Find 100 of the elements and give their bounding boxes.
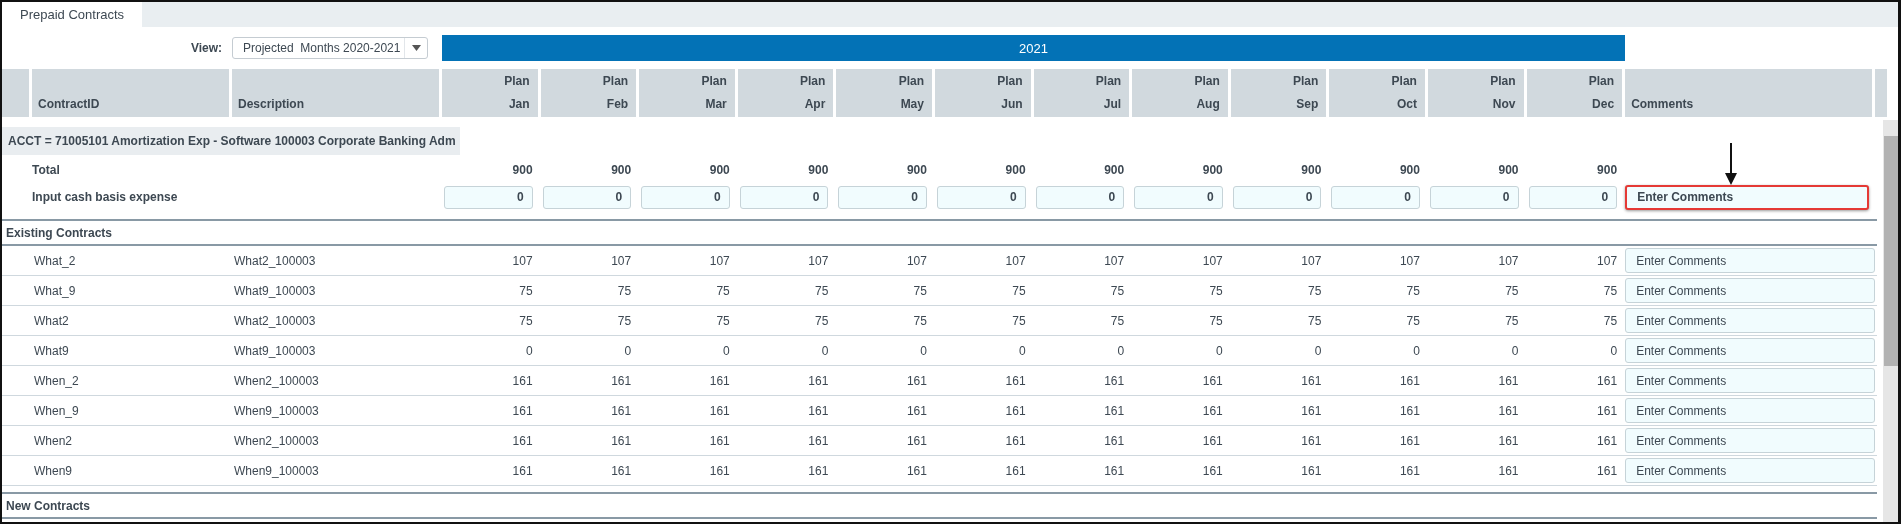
comment-field[interactable]: Enter Comments: [1625, 184, 1870, 210]
table-cell-text: 161: [610, 403, 633, 418]
table-cell-text: 900: [1497, 163, 1520, 177]
section-header: Existing Contracts: [2, 219, 1877, 246]
column-header: Plan Nov: [1427, 69, 1527, 117]
table-cell-text: 107: [905, 253, 928, 268]
table-cell-text: 0: [820, 343, 830, 358]
table-cell-text: When_9: [33, 403, 80, 418]
table-cell-text: 161: [610, 433, 633, 448]
column-header: Description: [232, 69, 442, 117]
table-cell-text: 0: [1313, 343, 1323, 358]
table-cell-text: 161: [1201, 373, 1224, 388]
table-cell-text: 107: [1300, 253, 1323, 268]
table-cell-text: 0: [1609, 343, 1619, 358]
table-cell-text: 161: [905, 403, 928, 418]
table-cell-text: 900: [1004, 163, 1027, 177]
amount-field[interactable]: 0: [1331, 185, 1420, 209]
table-cell-text: 107: [511, 253, 534, 268]
table-cell-text: 161: [807, 403, 830, 418]
table-cell-text: 0: [1017, 343, 1027, 358]
table-cell-text: 0: [623, 343, 633, 358]
table-cell-text: 161: [511, 463, 534, 478]
table-cell-text: 161: [1300, 433, 1323, 448]
table-cell-text: 161: [1596, 433, 1619, 448]
table-cell-text: 107: [807, 253, 830, 268]
table-cell-text: 161: [1497, 373, 1520, 388]
table-cell-text: 75: [1307, 283, 1323, 298]
table-cell-text: 75: [1602, 283, 1619, 298]
table-cell-text: What9_100003: [233, 283, 317, 298]
table-cell-text: 161: [1201, 403, 1224, 418]
table-cell-text: 900: [807, 163, 830, 177]
table-cell-text: 161: [1103, 433, 1126, 448]
table-cell-text: 75: [616, 283, 633, 298]
amount-field[interactable]: 0: [1035, 185, 1125, 209]
table-cell-text: What9: [33, 343, 70, 358]
amount-field[interactable]: 0: [1528, 185, 1618, 209]
column-header: Plan Jan: [442, 69, 541, 117]
table-cell-text: 161: [1004, 373, 1027, 388]
scrollbar[interactable]: [1883, 120, 1898, 522]
table-cell-text: 161: [1004, 433, 1027, 448]
amount-field[interactable]: 0: [936, 185, 1026, 209]
table-cell-text: 161: [511, 433, 534, 448]
table-cell-text: 161: [807, 433, 830, 448]
table-cell-text: 161: [905, 373, 928, 388]
table-cell-text: 0: [919, 343, 928, 358]
table-cell-text: 107: [1497, 253, 1520, 268]
table-cell-text: 107: [1103, 253, 1126, 268]
table-cell-text: 107: [1596, 253, 1619, 268]
table-cell-text: What2_100003: [233, 253, 317, 268]
amount-field[interactable]: 0: [641, 185, 730, 209]
table-cell-text: 75: [1504, 283, 1520, 298]
table-cell-text: 107: [610, 253, 633, 268]
table-cell-text: 161: [1497, 433, 1520, 448]
table-cell-text: When2: [33, 433, 74, 448]
table-cell-text: 161: [1596, 373, 1619, 388]
caret-icon: [411, 45, 421, 51]
view-dropdown[interactable]: Projected Months 2020-2021: [232, 37, 428, 59]
table-cell-text: 900: [1398, 163, 1421, 177]
table-cell-text: 161: [1398, 403, 1421, 418]
table-cell-text: 161: [1300, 463, 1323, 478]
amount-field[interactable]: 0: [739, 185, 829, 209]
amount-field[interactable]: 0: [1232, 185, 1322, 209]
amount-field[interactable]: 0: [542, 185, 632, 209]
amount-field[interactable]: 0: [838, 185, 927, 209]
table-cell-text: 161: [905, 463, 928, 478]
table-cell-text: 161: [905, 433, 928, 448]
column-header: Plan May: [836, 69, 935, 117]
column-header: Plan Mar: [639, 69, 738, 117]
table-cell-text: When_2: [33, 373, 80, 388]
table-cell-text: 161: [1103, 403, 1126, 418]
table-cell-text: 161: [1300, 403, 1323, 418]
tab[interactable]: Prepaid Contracts: [2, 2, 143, 27]
table-cell-text: 161: [1004, 463, 1027, 478]
column-header: Plan Aug: [1132, 69, 1231, 117]
table-cell-text: 75: [814, 283, 830, 298]
amount-field[interactable]: 0: [1429, 185, 1519, 209]
table-cell-text: 161: [1004, 403, 1027, 418]
table-cell-text: 0: [1412, 343, 1421, 358]
table-cell-text: 161: [708, 463, 731, 478]
table-cell-text: 75: [1307, 313, 1323, 328]
table-cell-text: What2_100003: [233, 313, 317, 328]
table-cell-text: 75: [1504, 313, 1520, 328]
table-cell-text: 0: [524, 343, 534, 358]
view-label: View:: [190, 41, 222, 55]
amount-field[interactable]: 0: [1134, 185, 1223, 209]
table-cell-text: 161: [1398, 373, 1421, 388]
table-cell-text: 161: [610, 373, 633, 388]
table-cell-text: 161: [1497, 463, 1520, 478]
row-label: Input cash basis expense: [32, 190, 179, 204]
table-cell-text: What9_100003: [233, 343, 317, 358]
table-cell-text: 0: [1116, 343, 1126, 358]
column-header: Plan Oct: [1329, 69, 1428, 117]
table-cell-text: 900: [905, 163, 928, 177]
table-cell-text: What_2: [33, 253, 77, 268]
table-cell-text: 900: [1103, 163, 1126, 177]
group-header: ACCT = 71005101 Amortization Exp - Software 100003 Corporate Banking Adm: [2, 127, 460, 155]
amount-field[interactable]: 0: [444, 185, 533, 209]
table-cell-text: 75: [616, 313, 633, 328]
table-cell-text: 107: [1004, 253, 1027, 268]
table-cell-text: 75: [1011, 313, 1027, 328]
